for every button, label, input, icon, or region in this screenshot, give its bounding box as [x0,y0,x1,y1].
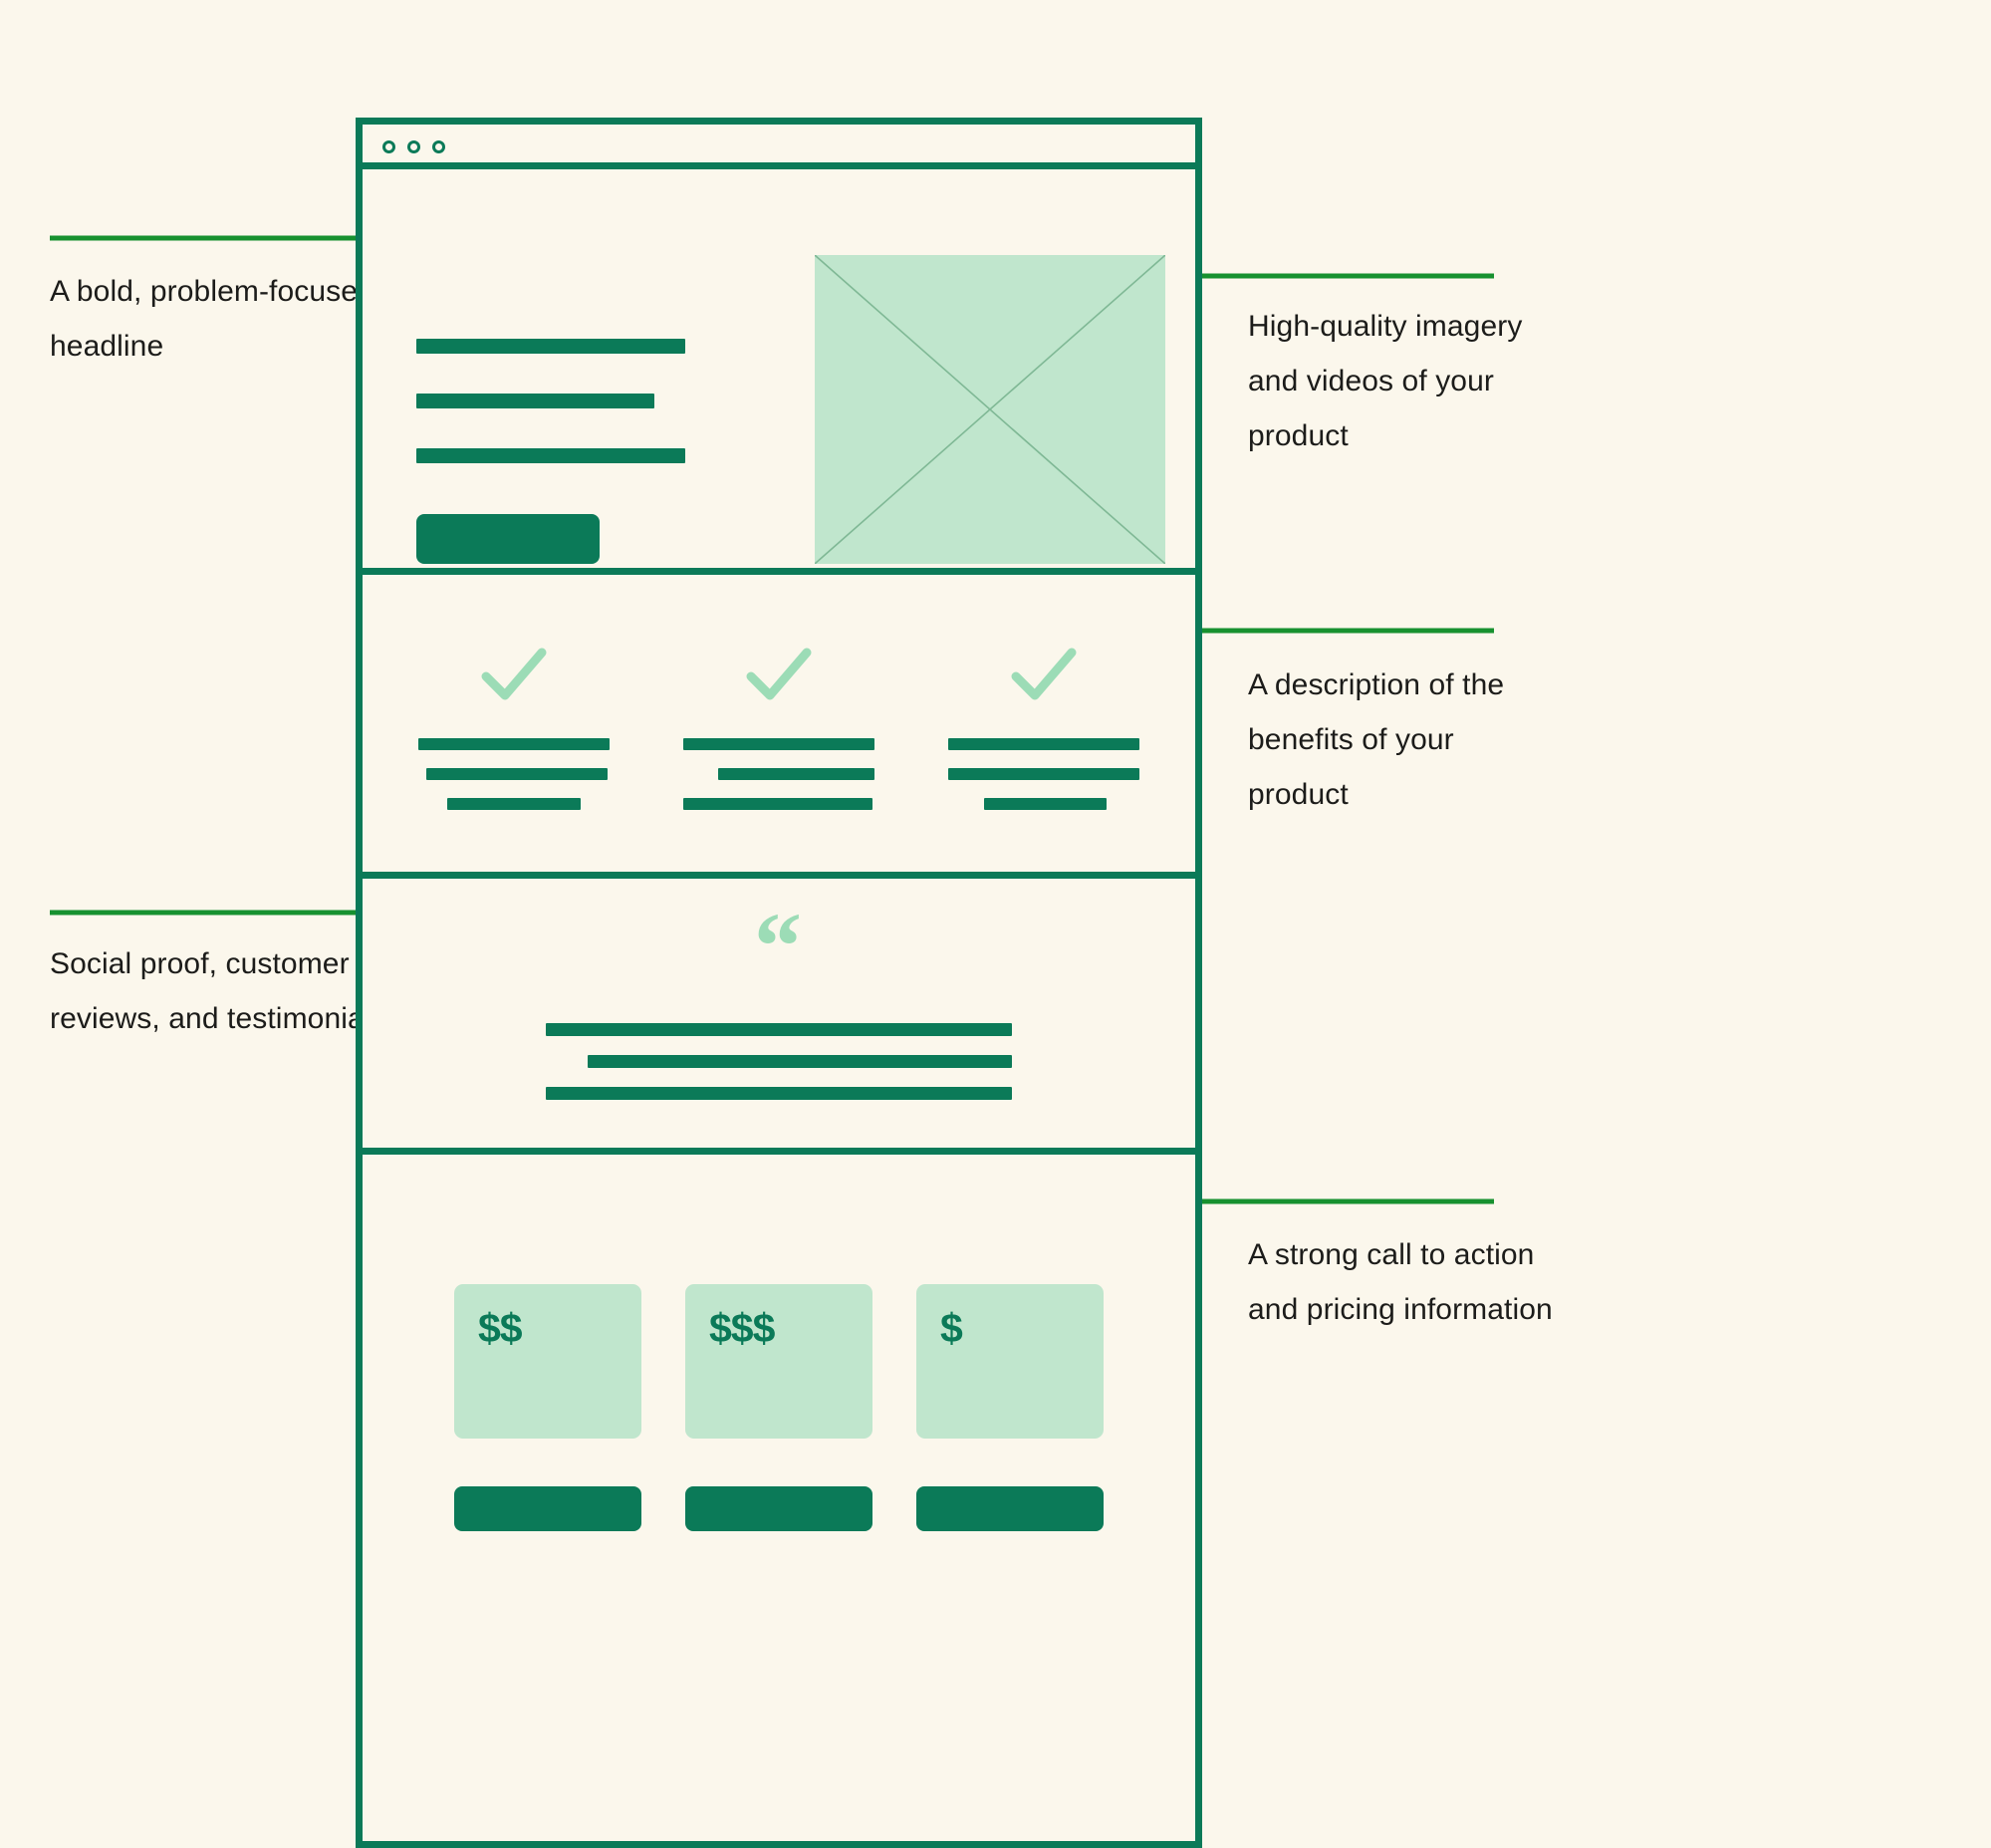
benefit-text-placeholder [683,738,874,828]
pricing-card-1[interactable]: $$ [454,1284,641,1841]
pricing-tier-label: $$ [478,1305,523,1351]
pricing-cta-button[interactable] [454,1486,641,1531]
pricing-card-body: $$ [454,1284,641,1439]
annotation-headline: A bold, problem-focused headline [50,264,378,374]
pricing-card-body: $$$ [685,1284,872,1439]
benefit-line [948,738,1139,750]
browser-titlebar [363,125,1195,169]
benefit-column [683,647,874,872]
benefit-line [446,798,582,810]
pricing-card-3[interactable]: $ [916,1284,1104,1841]
hero-headline-line [416,448,685,463]
pricing-tier-label: $ [940,1305,963,1351]
benefit-line [984,798,1108,810]
quote-mark-icon: “ [754,893,804,999]
benefits-grid [363,575,1195,872]
benefit-column [948,647,1139,872]
benefits-section [363,575,1195,879]
testimonial-line [545,1087,1013,1100]
window-dot-minimize-icon[interactable] [407,140,420,153]
annotation-benefits: A description of the benefits of your pr… [1248,658,1547,822]
pricing-cta-button[interactable] [916,1486,1104,1531]
check-icon [481,648,547,700]
testimonial-line [545,1023,1013,1036]
window-dot-close-icon[interactable] [382,140,395,153]
benefit-line [683,738,874,750]
annotation-cta-text: A strong call to action and pricing info… [1248,1238,1553,1326]
check-icon [1011,648,1077,700]
testimonial-line [587,1055,1013,1068]
pricing-section: $$ $$$ $ [363,1155,1195,1841]
benefit-line [717,768,874,780]
benefit-line [948,768,1139,780]
annotation-social-proof-text: Social proof, customer reviews, and test… [50,947,386,1035]
annotation-benefits-text: A description of the benefits of your pr… [1248,668,1505,811]
pricing-grid: $$ $$$ $ [363,1155,1195,1841]
window-dot-maximize-icon[interactable] [432,140,445,153]
benefit-line [683,798,873,810]
pricing-card-2[interactable]: $$$ [685,1284,872,1841]
benefit-column [418,647,610,872]
benefit-text-placeholder [948,738,1139,828]
annotation-headline-text: A bold, problem-focused headline [50,275,374,363]
annotation-cta: A strong call to action and pricing info… [1248,1227,1557,1337]
wireframe-canvas: A bold, problem-focused headline Social … [0,0,1991,1848]
pricing-cta-button[interactable] [685,1486,872,1531]
pricing-tier-label: $$$ [709,1305,775,1351]
browser-window-wireframe: “ $$ $$$ $ [356,118,1202,1848]
benefit-line [418,738,610,750]
check-icon [746,648,812,700]
testimonial-text-placeholder [363,1023,1195,1119]
hero-cta-button[interactable] [416,514,600,564]
pricing-card-body: $ [916,1284,1104,1439]
social-proof-section: “ [363,879,1195,1155]
hero-headline-line [416,394,654,408]
hero-headline-line [416,339,685,354]
benefit-text-placeholder [418,738,610,828]
annotation-imagery: High-quality imagery and videos of your … [1248,299,1547,463]
hero-headline-placeholder [416,339,685,503]
image-placeholder-x-icon [815,255,1165,564]
annotation-imagery-text: High-quality imagery and videos of your … [1248,310,1523,452]
hero-image-placeholder [815,255,1165,564]
annotation-social-proof: Social proof, customer reviews, and test… [50,936,388,1046]
hero-section [363,169,1195,575]
benefit-line [425,768,609,780]
